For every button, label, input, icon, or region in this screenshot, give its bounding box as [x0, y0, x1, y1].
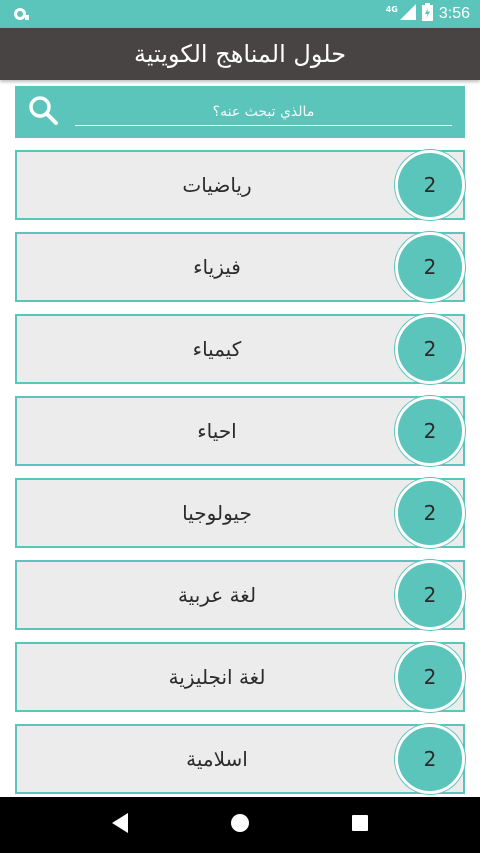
list-item-label: جيولوجيا: [182, 501, 252, 525]
navigation-bar: [0, 797, 480, 853]
list-item-label: رياضيات: [182, 173, 252, 197]
signal-icon: [399, 4, 416, 24]
list-item-geology[interactable]: جيولوجيا 2: [15, 478, 465, 548]
list-item-label: لغة عربية: [177, 583, 257, 607]
list-item-physics[interactable]: فيزياء 2: [15, 232, 465, 302]
recents-button[interactable]: [340, 805, 380, 845]
search-bar: [15, 86, 465, 138]
count-badge: 2: [395, 724, 465, 794]
count-badge: 2: [395, 314, 465, 384]
list-item-arabic[interactable]: لغة عربية 2: [15, 560, 465, 630]
battery-icon: [421, 3, 433, 25]
search-button[interactable]: [15, 86, 71, 138]
list-item-label: اسلامية: [186, 747, 248, 771]
search-icon: [27, 94, 59, 130]
list-item-biology[interactable]: احياء 2: [15, 396, 465, 466]
clock: 3:56: [438, 5, 470, 22]
home-circle-icon: [229, 812, 251, 838]
list-item-math[interactable]: رياضيات 2: [15, 150, 465, 220]
home-button[interactable]: [220, 805, 260, 845]
app-title: حلول المناهج الكويتية: [133, 40, 347, 68]
search-input[interactable]: [75, 98, 452, 126]
list-item-english[interactable]: لغة انجليزية 2: [15, 642, 465, 712]
count-badge: 2: [395, 232, 465, 302]
subject-list: رياضيات 2 فيزياء 2 كيمياء 2 احياء 2 جيول…: [15, 150, 465, 806]
list-item-label: كيمياء: [192, 337, 242, 361]
notification-icon: [12, 6, 30, 22]
recents-square-icon: [350, 813, 370, 837]
back-button[interactable]: [100, 805, 140, 845]
back-triangle-icon: [110, 812, 130, 838]
count-badge: 2: [395, 396, 465, 466]
app-bar: حلول المناهج الكويتية: [0, 28, 480, 80]
status-bar: 4G 3:56: [0, 0, 480, 28]
list-item-islamic[interactable]: اسلامية 2: [15, 724, 465, 794]
list-item-label: فيزياء: [193, 255, 241, 279]
network-type: 4G: [385, 4, 398, 14]
list-item-chemistry[interactable]: كيمياء 2: [15, 314, 465, 384]
count-badge: 2: [395, 560, 465, 630]
count-badge: 2: [395, 478, 465, 548]
list-item-label: لغة انجليزية: [168, 665, 266, 689]
count-badge: 2: [395, 150, 465, 220]
list-item-label: احياء: [197, 419, 237, 443]
count-badge: 2: [395, 642, 465, 712]
